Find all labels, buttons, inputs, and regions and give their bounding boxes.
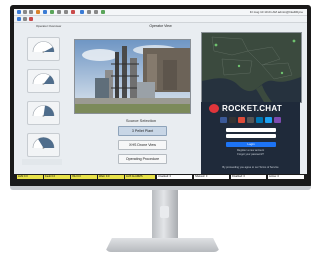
source-selection-label: Source Selection: [125, 118, 157, 123]
status-item-unacked[interactable]: Unacked: 0: [157, 175, 192, 179]
gauge-value: 0: [42, 50, 45, 54]
plant-camera-feed[interactable]: [74, 39, 191, 114]
alarm-status-bar: ALM 0.0 Fault 0.0 INH 0.0 Warn 0.0 AUX A…: [14, 174, 307, 180]
gauge-3[interactable]: 0: [27, 101, 60, 125]
page-title: Operator View: [149, 24, 172, 28]
cable-hole: [160, 206, 169, 218]
username-field[interactable]: [226, 128, 276, 132]
status-item-warn[interactable]: Warn 0.0: [98, 175, 124, 179]
gauge-value: 0: [42, 146, 45, 150]
refresh-icon[interactable]: [50, 10, 54, 14]
source-operating-procedure-button[interactable]: Operating Procedure: [118, 154, 167, 164]
monitor-bezel: Fri Aug 10 10:21 AM admin@IntelliDyne Op…: [10, 5, 311, 188]
chat-logo-icon: [209, 104, 219, 113]
login-button[interactable]: Login: [226, 142, 276, 147]
print-icon[interactable]: [64, 10, 68, 14]
map-image: [202, 33, 301, 102]
facebook-login-icon[interactable]: [220, 117, 227, 123]
top-toolbar: Fri Aug 10 10:21 AM admin@IntelliDyne: [14, 9, 307, 16]
faded-panel: [22, 159, 62, 165]
folder-icon[interactable]: [36, 10, 40, 14]
forgot-password-link[interactable]: Forgot your password?: [201, 153, 300, 156]
terms-text: By proceeding you agree to our Terms of …: [222, 166, 279, 169]
meteor-login-icon[interactable]: [274, 117, 281, 123]
twitter-login-icon[interactable]: [265, 117, 272, 123]
zoom-icon[interactable]: [94, 10, 98, 14]
app-screen: Fri Aug 10 10:21 AM admin@IntelliDyne Op…: [14, 9, 307, 180]
save-icon[interactable]: [43, 10, 47, 14]
gauge-2[interactable]: 0: [27, 69, 60, 93]
github-login-icon[interactable]: [229, 117, 236, 123]
gauge-4[interactable]: 0: [27, 133, 60, 157]
gauge-value: 0: [42, 82, 45, 86]
register-link[interactable]: Register a new account: [201, 149, 300, 152]
up-icon[interactable]: [23, 17, 27, 21]
home-icon[interactable]: [17, 10, 21, 14]
forward-icon[interactable]: [29, 10, 33, 14]
monitor-stand-base: [105, 238, 220, 252]
status-item-shelved[interactable]: Shelved: 0: [194, 175, 229, 179]
settings-icon[interactable]: [57, 10, 61, 14]
gauge-value: 0: [42, 114, 45, 118]
stop-icon[interactable]: [29, 17, 33, 21]
second-toolbar: Operator Overview: [14, 16, 307, 28]
gauge-1[interactable]: 0: [27, 37, 60, 61]
password-field[interactable]: [226, 134, 276, 138]
status-item-alm[interactable]: ALM 0.0: [17, 175, 43, 179]
source-pellet-plant-button[interactable]: 3 Pellet Plant: [118, 126, 167, 136]
linkedin-login-icon[interactable]: [256, 117, 263, 123]
close-icon[interactable]: [71, 10, 75, 14]
gitlab-login-icon[interactable]: [247, 117, 254, 123]
status-item-disabled[interactable]: Disabled: 0: [231, 175, 266, 179]
back-icon[interactable]: [23, 10, 27, 14]
chat-title: ROCKET.CHAT: [222, 104, 283, 113]
play-icon[interactable]: [101, 10, 105, 14]
window-icon[interactable]: [80, 10, 84, 14]
status-item-fault[interactable]: Fault 0.0: [44, 175, 70, 179]
google-login-icon[interactable]: [238, 117, 245, 123]
industrial-plant-image: [75, 40, 190, 113]
grid-icon[interactable]: [87, 10, 91, 14]
status-item-aux[interactable]: AUX ALARMS: [125, 175, 155, 179]
chat-panel: ROCKET.CHAT Login Register a new account…: [201, 102, 300, 174]
source-drone-view-button[interactable]: XHS Drone View: [118, 140, 167, 150]
status-item-inh[interactable]: INH 0.0: [71, 175, 97, 179]
session-info: Fri Aug 10 10:21 AM admin@IntelliDyne: [249, 10, 303, 14]
menu-icon[interactable]: [17, 17, 21, 21]
status-item-active[interactable]: Active: 0: [268, 175, 304, 179]
weather-map[interactable]: [201, 32, 302, 103]
